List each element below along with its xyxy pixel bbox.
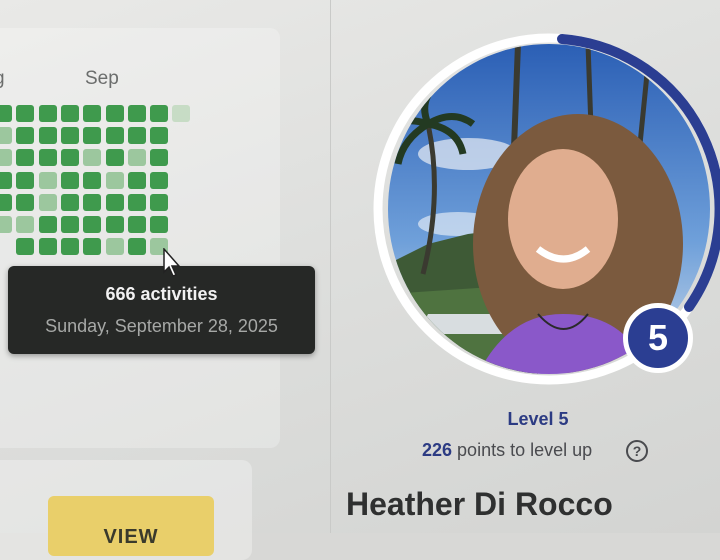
heatmap-cell[interactable] bbox=[105, 149, 124, 167]
heatmap-cell[interactable] bbox=[150, 216, 169, 233]
heatmap-cell[interactable] bbox=[60, 105, 79, 122]
heatmap-cell[interactable] bbox=[83, 149, 102, 167]
tooltip-activity-count: 666 activities bbox=[105, 284, 218, 304]
heatmap-cell[interactable] bbox=[150, 171, 169, 189]
heatmap-cell[interactable] bbox=[0, 127, 12, 145]
activity-tooltip: 666 activities Sunday, September 28, 202… bbox=[8, 266, 315, 354]
heatmap-cell[interactable] bbox=[127, 127, 146, 145]
heatmap-cell[interactable] bbox=[105, 171, 124, 189]
heatmap-cell[interactable] bbox=[172, 105, 191, 122]
activity-heatmap bbox=[0, 0, 200, 270]
points-suffix: points to level up bbox=[452, 440, 593, 460]
tooltip-date: Sunday, September 28, 2025 bbox=[45, 316, 278, 336]
heatmap-cell[interactable] bbox=[60, 238, 79, 256]
heatmap-cell[interactable] bbox=[0, 193, 12, 211]
level-label: Level 5 bbox=[507, 409, 569, 429]
heatmap-cell[interactable] bbox=[16, 105, 35, 122]
points-to-level-up: 226 points to level up ? bbox=[422, 440, 662, 466]
heatmap-cell[interactable] bbox=[38, 171, 57, 189]
heatmap-cell[interactable] bbox=[83, 127, 102, 145]
user-name: Heather Di Rocco bbox=[346, 486, 613, 522]
heatmap-cell[interactable] bbox=[150, 193, 169, 211]
heatmap-cell[interactable] bbox=[38, 149, 57, 167]
heatmap-cell[interactable] bbox=[16, 193, 35, 211]
heatmap-cell[interactable] bbox=[150, 105, 169, 122]
heatmap-cell[interactable] bbox=[0, 171, 12, 189]
heatmap-cell[interactable] bbox=[83, 105, 102, 122]
heatmap-cell[interactable] bbox=[150, 127, 169, 145]
heatmap-cell[interactable] bbox=[60, 127, 79, 145]
view-button[interactable]: VIEW bbox=[48, 496, 214, 556]
heatmap-cell[interactable] bbox=[127, 193, 146, 211]
heatmap-cell[interactable] bbox=[38, 105, 57, 122]
heatmap-cell[interactable] bbox=[16, 216, 35, 233]
heatmap-cell[interactable] bbox=[83, 193, 102, 211]
heatmap-cell[interactable] bbox=[105, 105, 124, 122]
heatmap-cell[interactable] bbox=[38, 238, 57, 256]
heatmap-cell[interactable] bbox=[105, 238, 124, 256]
column-divider bbox=[330, 0, 331, 533]
heatmap-cell[interactable] bbox=[16, 171, 35, 189]
heatmap-cell[interactable] bbox=[105, 193, 124, 211]
heatmap-cell[interactable] bbox=[150, 149, 169, 167]
heatmap-cell[interactable] bbox=[60, 216, 79, 233]
heatmap-cell[interactable] bbox=[127, 171, 146, 189]
heatmap-cell[interactable] bbox=[105, 216, 124, 233]
heatmap-cell[interactable] bbox=[16, 238, 35, 256]
heatmap-cell[interactable] bbox=[16, 127, 35, 145]
level-badge: 5 bbox=[623, 303, 693, 373]
heatmap-cell[interactable] bbox=[60, 149, 79, 167]
heatmap-cell[interactable] bbox=[83, 171, 102, 189]
heatmap-cell[interactable] bbox=[16, 149, 35, 167]
heatmap-cell[interactable] bbox=[83, 238, 102, 256]
points-value: 226 bbox=[422, 440, 453, 460]
help-icon[interactable]: ? bbox=[626, 440, 648, 462]
heatmap-cell[interactable] bbox=[60, 171, 79, 189]
heatmap-cell[interactable] bbox=[127, 149, 146, 167]
heatmap-cell[interactable] bbox=[38, 127, 57, 145]
heatmap-cell[interactable] bbox=[83, 216, 102, 233]
heatmap-cell[interactable] bbox=[105, 127, 124, 145]
heatmap-cell[interactable] bbox=[60, 193, 79, 211]
heatmap-cell[interactable] bbox=[0, 216, 12, 233]
heatmap-cell[interactable] bbox=[38, 193, 57, 211]
heatmap-cell[interactable] bbox=[38, 216, 57, 233]
heatmap-cell[interactable] bbox=[127, 216, 146, 233]
heatmap-cell[interactable] bbox=[127, 105, 146, 122]
heatmap-cell[interactable] bbox=[127, 238, 146, 256]
mouse-pointer-icon bbox=[163, 248, 181, 277]
heatmap-cell[interactable] bbox=[0, 149, 12, 167]
heatmap-cell[interactable] bbox=[0, 105, 12, 122]
